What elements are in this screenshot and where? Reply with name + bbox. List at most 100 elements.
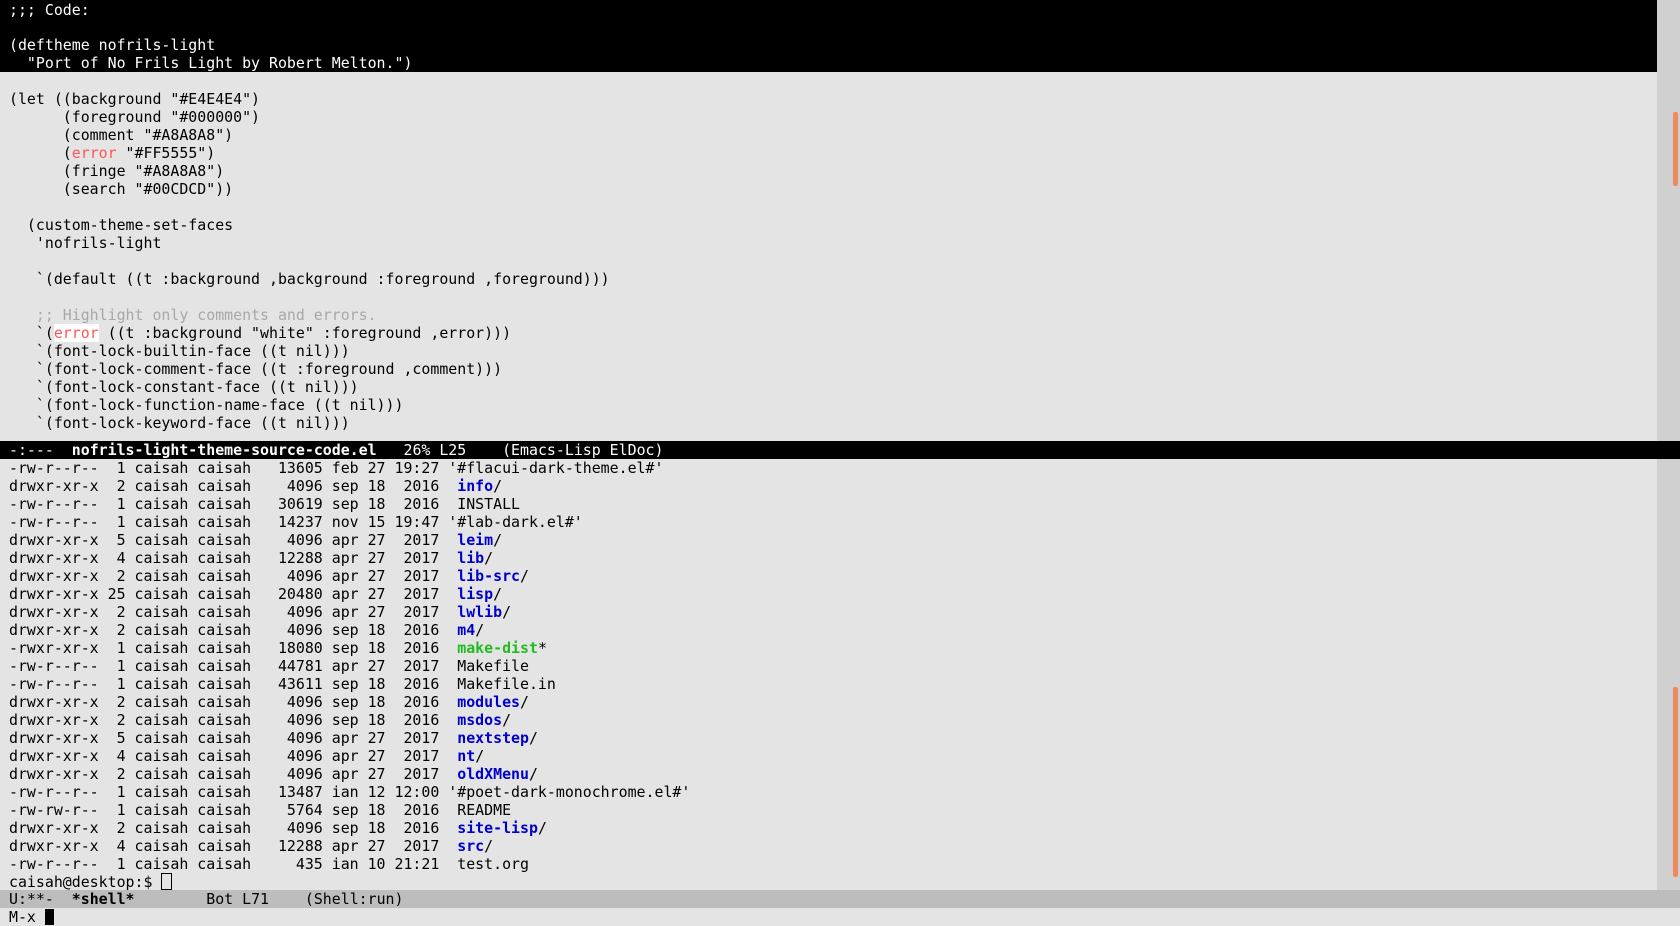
shell-listing-row: -rw-r--r-- 1 caisah caisah 43611 sep 18 … <box>0 675 1657 693</box>
file-info: -rw-r--r-- 1 caisah caisah 13487 ian 12 … <box>9 783 449 801</box>
file-info: -rw-r--r-- 1 caisah caisah 44781 apr 27 … <box>9 657 458 675</box>
directory-name[interactable]: msdos <box>457 711 502 729</box>
buffer-position: Bot L71 <box>134 890 305 908</box>
file-info: drwxr-xr-x 2 caisah caisah 4096 sep 18 2… <box>9 693 458 711</box>
source-code-window[interactable]: ;;; Code: (deftheme nofrils-light "Port … <box>0 0 1657 441</box>
directory-name[interactable]: lib <box>457 549 484 567</box>
file-name[interactable]: '#poet-dark-monochrome.el#' <box>448 783 690 801</box>
shell-listing-row: drwxr-xr-x 2 caisah caisah 4096 sep 18 2… <box>0 819 1657 837</box>
directory-name[interactable]: nt <box>457 747 475 765</box>
file-name[interactable]: Makefile <box>457 657 529 675</box>
mode-line-shell[interactable]: U:**- *shell* Bot L71 (Shell:run) <box>0 890 1680 908</box>
source-scrollbar-thumb[interactable] <box>1673 112 1678 186</box>
code-fragment: ( <box>9 144 72 162</box>
file-name[interactable]: INSTALL <box>457 495 520 513</box>
file-type-suffix: / <box>502 711 512 729</box>
buffer-name[interactable]: nofrils-light-theme-source-code.el <box>72 441 377 459</box>
shell-listing-row: drwxr-xr-x 2 caisah caisah 4096 apr 27 2… <box>0 765 1657 783</box>
major-mode[interactable]: (Emacs-Lisp ElDoc) <box>502 441 663 459</box>
shell-prompt-line[interactable]: caisah@desktop:$ <box>0 873 1657 890</box>
file-type-suffix: / <box>502 603 512 621</box>
shell-listing-row: -rw-r--r-- 1 caisah caisah 13605 feb 27 … <box>0 459 1657 477</box>
buffer-name[interactable]: *shell* <box>72 890 135 908</box>
minibuffer-cursor <box>44 909 54 925</box>
directory-name[interactable]: leim <box>457 531 493 549</box>
file-info: drwxr-xr-x 4 caisah caisah 12288 apr 27 … <box>9 549 458 567</box>
code-line: `(font-lock-comment-face ((t :foreground… <box>9 360 503 378</box>
shell-window[interactable]: -rw-r--r-- 1 caisah caisah 13605 feb 27 … <box>0 459 1657 890</box>
directory-name[interactable]: m4 <box>457 621 475 639</box>
file-info: drwxr-xr-x 4 caisah caisah 4096 apr 27 2… <box>9 747 458 765</box>
file-info: -rw-r--r-- 1 caisah caisah 13605 feb 27 … <box>9 459 449 477</box>
file-info: -rw-r--r-- 1 caisah caisah 435 ian 10 21… <box>9 855 458 873</box>
shell-scrollbar-thumb[interactable] <box>1673 687 1678 877</box>
file-type-suffix: / <box>484 837 494 855</box>
code-line: (fringe "#A8A8A8") <box>9 162 225 180</box>
shell-listing: -rw-r--r-- 1 caisah caisah 13605 feb 27 … <box>0 459 1657 873</box>
shell-listing-row: -rw-r--r-- 1 caisah caisah 13487 ian 12 … <box>0 783 1657 801</box>
shell-listing-row: drwxr-xr-x 2 caisah caisah 4096 apr 27 2… <box>0 603 1657 621</box>
directory-name[interactable]: nextstep <box>457 729 529 747</box>
source-scrollbar[interactable] <box>1657 0 1680 441</box>
code-line: `(default ((t :background ,background :f… <box>9 270 610 288</box>
file-info: drwxr-xr-x 5 caisah caisah 4096 apr 27 2… <box>9 729 458 747</box>
mode-line-source[interactable]: -:--- nofrils-light-theme-source-code.el… <box>0 441 1680 459</box>
shell-listing-row: drwxr-xr-x 5 caisah caisah 4096 apr 27 2… <box>0 531 1657 549</box>
code-line: "Port of No Frils Light by Robert Melton… <box>9 54 413 72</box>
code-fragment: "#FF5555") <box>116 144 216 162</box>
file-name[interactable]: '#lab-dark.el#' <box>448 513 582 531</box>
file-info: -rw-rw-r-- 1 caisah caisah 5764 sep 18 2… <box>9 801 458 819</box>
directory-name[interactable]: oldXMenu <box>457 765 529 783</box>
executable-name[interactable]: make-dist <box>457 639 538 657</box>
code-line: `(font-lock-builtin-face ((t nil))) <box>9 342 350 360</box>
directory-name[interactable]: lib-src <box>457 567 520 585</box>
major-mode[interactable]: (Shell:run) <box>305 890 404 908</box>
directory-name[interactable]: src <box>457 837 484 855</box>
code-line: (error "#FF5555") <box>0 144 1657 162</box>
file-type-suffix: / <box>493 585 503 603</box>
shell-scrollbar[interactable] <box>1657 459 1680 890</box>
shell-listing-row: -rw-r--r-- 1 caisah caisah 44781 apr 27 … <box>0 657 1657 675</box>
file-type-suffix: / <box>520 693 529 711</box>
minibuffer-prompt: M-x <box>9 908 45 926</box>
shell-listing-row: drwxr-xr-x 4 caisah caisah 12288 apr 27 … <box>0 549 1657 567</box>
file-type-suffix: / <box>484 549 494 567</box>
file-type-suffix: / <box>528 729 538 747</box>
minibuffer[interactable]: M-x <box>0 908 1680 926</box>
file-info: -rw-r--r-- 1 caisah caisah 14237 nov 15 … <box>9 513 449 531</box>
shell-prompt: caisah@desktop:$ <box>9 873 162 890</box>
buffer-position: 26% L25 <box>376 441 503 459</box>
directory-name[interactable]: site-lisp <box>457 819 538 837</box>
shell-listing-row: -rw-r--r-- 1 caisah caisah 30619 sep 18 … <box>0 495 1657 513</box>
code-line: (search "#00CDCD")) <box>9 180 234 198</box>
shell-listing-row: -rw-r--r-- 1 caisah caisah 435 ian 10 21… <box>0 855 1657 873</box>
directory-name[interactable]: lwlib <box>457 603 502 621</box>
file-info: drwxr-xr-x 2 caisah caisah 4096 sep 18 2… <box>9 477 458 495</box>
file-name[interactable]: test.org <box>457 855 529 873</box>
shell-listing-row: drwxr-xr-x 25 caisah caisah 20480 apr 27… <box>0 585 1657 603</box>
code-line: `(font-lock-keyword-face ((t nil))) <box>9 414 350 432</box>
file-type-suffix: / <box>475 621 485 639</box>
file-name[interactable]: Makefile.in <box>457 675 556 693</box>
code-line: `(error ((t :background "white" :foregro… <box>0 324 1657 342</box>
buffer-status: -:--- <box>9 441 72 459</box>
code-fragment: ((t :background "white" :foreground ,err… <box>98 324 512 342</box>
code-line: (custom-theme-set-faces <box>9 216 234 234</box>
file-name[interactable]: README <box>457 801 511 819</box>
directory-name[interactable]: lisp <box>457 585 493 603</box>
code-line: (let ((background "#E4E4E4") <box>9 90 261 108</box>
code-line: 'nofrils-light <box>9 234 162 252</box>
directory-name[interactable]: modules <box>457 693 520 711</box>
file-name[interactable]: '#flacui-dark-theme.el#' <box>448 459 663 477</box>
comment-line: ;; Highlight only comments and errors. <box>9 306 377 324</box>
code-line: `(font-lock-constant-face ((t nil))) <box>9 378 359 396</box>
error-face-keyword: error <box>53 324 99 342</box>
code-line: (foreground "#000000") <box>9 108 261 126</box>
directory-name[interactable]: info <box>457 477 493 495</box>
file-info: drwxr-xr-x 2 caisah caisah 4096 sep 18 2… <box>9 819 458 837</box>
code-line: `(font-lock-function-name-face ((t nil))… <box>9 396 404 414</box>
